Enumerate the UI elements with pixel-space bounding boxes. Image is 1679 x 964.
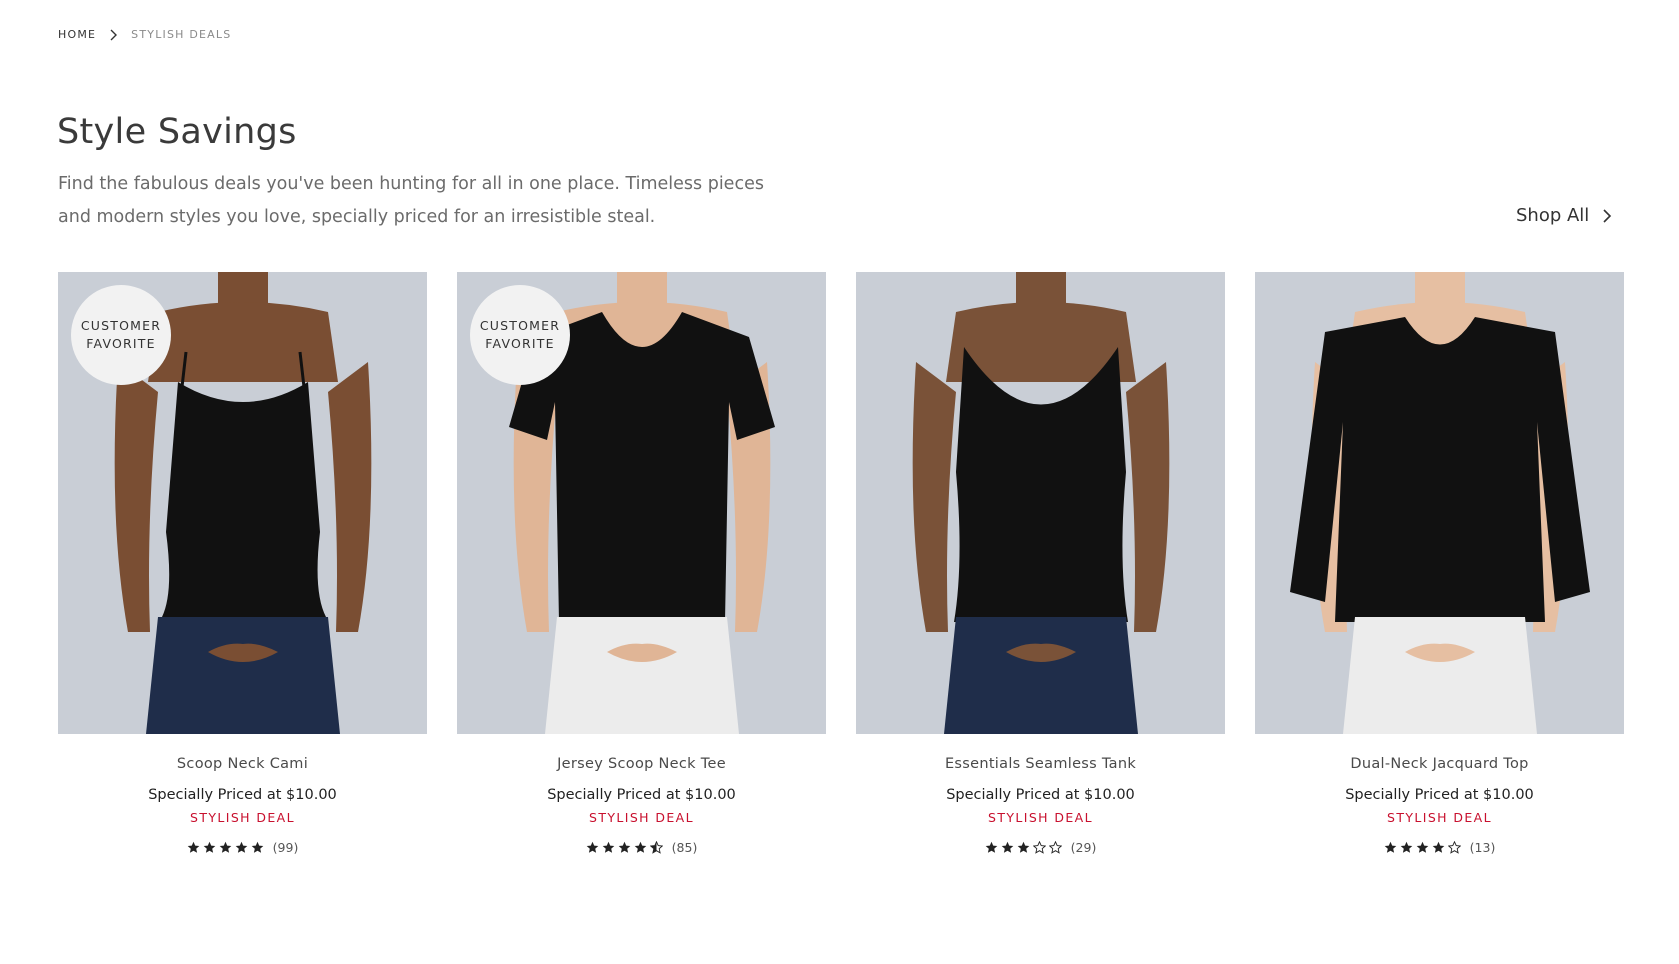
- product-card[interactable]: Essentials Seamless Tank Specially Priced…: [856, 272, 1225, 855]
- product-rating[interactable]: (13): [1255, 840, 1624, 855]
- star-full-icon: [634, 841, 646, 853]
- review-count: (29): [1070, 840, 1097, 855]
- product-image-link[interactable]: [856, 272, 1225, 734]
- star-full-icon: [602, 841, 614, 853]
- stylish-deal-label: STYLISH DEAL: [1386, 810, 1492, 825]
- stylish-deal-label: STYLISH DEAL: [588, 810, 694, 825]
- product-card[interactable]: CUSTOMER FAVORITE Scoop Neck Cami Specially…: [58, 272, 427, 855]
- product-price: Specially Priced at $10.00: [148, 787, 337, 803]
- breadcrumb-current: STYLISH DEALS: [131, 28, 232, 41]
- star-full-icon: [251, 841, 263, 853]
- star-rating: [586, 841, 663, 854]
- star-full-icon: [219, 841, 231, 853]
- review-count: (13): [1469, 840, 1496, 855]
- star-full-icon: [1416, 841, 1428, 853]
- badge-line: CUSTOMER: [80, 318, 162, 333]
- breadcrumb-home-link[interactable]: HOME: [58, 28, 96, 41]
- product-photo: [1255, 272, 1624, 734]
- star-full-icon: [235, 841, 247, 853]
- breadcrumb: HOME STYLISH DEALS: [58, 28, 231, 41]
- product-rating[interactable]: (85): [457, 840, 826, 855]
- star-full-icon: [1432, 841, 1444, 853]
- product-image-link[interactable]: CUSTOMER FAVORITE: [58, 272, 427, 734]
- stylish-deal-label: STYLISH DEAL: [189, 810, 295, 825]
- star-full-icon: [203, 841, 215, 853]
- star-full-icon: [187, 841, 199, 853]
- star-full-icon: [1001, 841, 1013, 853]
- product-name[interactable]: Dual-Neck Jacquard Top: [1255, 756, 1624, 772]
- product-name[interactable]: Essentials Seamless Tank: [856, 756, 1225, 772]
- star-half-icon: [649, 841, 663, 854]
- chevron-right-icon: [110, 29, 118, 40]
- product-price: Specially Priced at $10.00: [1345, 787, 1534, 803]
- star-rating: [187, 841, 264, 854]
- star-full-icon: [1017, 841, 1029, 853]
- product-card[interactable]: Dual-Neck Jacquard Top Specially Priced a…: [1255, 272, 1624, 855]
- product-rating[interactable]: (99): [58, 840, 427, 855]
- star-full-icon: [985, 841, 997, 853]
- page-description: Find the fabulous deals you've been hunt…: [58, 174, 764, 227]
- badge-line: FAVORITE: [485, 336, 555, 351]
- star-rating: [1384, 841, 1461, 854]
- badge-line: CUSTOMER: [479, 318, 561, 333]
- star-full-icon: [618, 841, 630, 853]
- star-empty-icon: [1447, 841, 1461, 854]
- shop-all-link[interactable]: Shop All: [1516, 205, 1613, 226]
- star-full-icon: [586, 841, 598, 853]
- page-title: Style Savings: [57, 112, 297, 152]
- product-image-link[interactable]: [1255, 272, 1624, 734]
- product-name[interactable]: Jersey Scoop Neck Tee: [457, 756, 826, 772]
- product-price: Specially Priced at $10.00: [547, 787, 736, 803]
- review-count: (85): [671, 840, 698, 855]
- product-price: Specially Priced at $10.00: [946, 787, 1135, 803]
- customer-favorite-badge: CUSTOMER FAVORITE: [470, 285, 570, 385]
- product-card[interactable]: CUSTOMER FAVORITE Jersey Scoop Neck Tee Spe…: [457, 272, 826, 855]
- star-full-icon: [1384, 841, 1396, 853]
- star-empty-icon: [1032, 841, 1046, 854]
- shop-all-label: Shop All: [1516, 205, 1590, 226]
- product-grid: CUSTOMER FAVORITE Scoop Neck Cami Specially…: [58, 272, 1624, 855]
- stylish-deal-label: STYLISH DEAL: [987, 810, 1093, 825]
- chevron-right-icon: [1603, 208, 1612, 223]
- star-rating: [985, 841, 1062, 854]
- star-full-icon: [1400, 841, 1412, 853]
- review-count: (99): [272, 840, 299, 855]
- customer-favorite-badge: CUSTOMER FAVORITE: [71, 285, 171, 385]
- product-photo: [856, 272, 1225, 734]
- product-image-link[interactable]: CUSTOMER FAVORITE: [457, 272, 826, 734]
- product-rating[interactable]: (29): [856, 840, 1225, 855]
- star-empty-icon: [1048, 841, 1062, 854]
- badge-line: FAVORITE: [86, 336, 156, 351]
- product-name[interactable]: Scoop Neck Cami: [58, 756, 427, 772]
